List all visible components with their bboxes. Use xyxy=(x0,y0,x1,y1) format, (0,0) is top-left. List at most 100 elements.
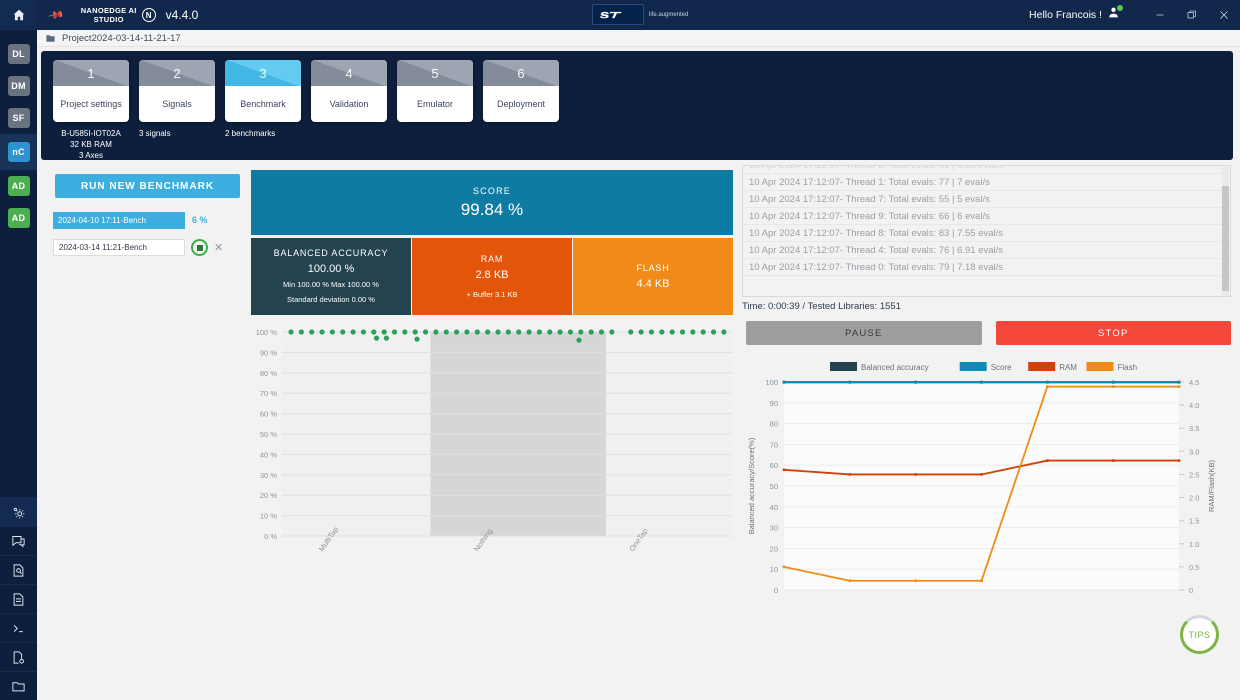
y-axis-tick-label: 30 xyxy=(770,524,778,533)
benchmark-controls: PAUSE STOP xyxy=(746,321,1231,345)
scatter-point xyxy=(710,329,717,335)
doc-search-button[interactable] xyxy=(0,555,37,584)
series-marker xyxy=(1046,459,1049,462)
metric-value: 2.8 KB xyxy=(475,269,509,281)
step-label: Benchmark xyxy=(240,98,286,109)
settings-button[interactable] xyxy=(0,497,37,526)
score-value: 99.84 % xyxy=(460,199,524,219)
metric-value: 4.4 KB xyxy=(636,278,670,290)
y2-axis-tick-label: 1.0 xyxy=(1189,540,1199,549)
log-line: 10 Apr 2024 17:12:07- Thread 4: Total ev… xyxy=(743,242,1230,259)
scatter-point xyxy=(422,329,429,335)
run-new-benchmark-button[interactable]: RUN NEW BENCHMARK xyxy=(55,174,240,198)
step-number: 1 xyxy=(53,60,129,86)
scatter-point xyxy=(576,337,582,343)
folder-open-button[interactable] xyxy=(0,671,37,700)
benchmark-evolution-line-chart: 0 10 20 30 40 50 60 70 80 90 100 0 0.5 1.0 1.5 2.0 2.5 3.… xyxy=(747,362,1216,595)
step-sub: 2 benchmarks xyxy=(225,129,276,138)
st-logo-icon xyxy=(592,4,644,25)
metric-card-flash: FLASH 4.4 KB xyxy=(573,238,733,315)
y-axis-title: Balanced accuracy/Score(%) xyxy=(747,437,756,534)
document-icon xyxy=(13,592,24,606)
tips-button[interactable]: TIPS xyxy=(1180,615,1219,654)
chat-icon xyxy=(12,535,25,548)
scatter-point xyxy=(648,329,655,335)
log-lines: 10 Apr 2024 17:12:07- Thread 3: Total ev… xyxy=(743,166,1230,276)
step-benchmark[interactable]: 3 Benchmark 2 benchmarks xyxy=(225,60,301,161)
stop-circle-icon[interactable] xyxy=(191,239,208,256)
step-validation[interactable]: 4 Validation xyxy=(311,60,387,161)
step-signals[interactable]: 2 Signals 3 signals xyxy=(139,60,215,161)
series-marker xyxy=(980,579,983,583)
scatter-point xyxy=(319,329,325,335)
y-axis-tick-label: 70 % xyxy=(260,389,277,398)
online-status-dot xyxy=(1117,5,1123,11)
stop-button[interactable]: STOP xyxy=(995,321,1231,345)
nanoedge-logo-icon: N xyxy=(141,8,156,22)
metric-card-balanced-accuracy: BALANCED ACCURACY 100.00 % Min 100.00 % … xyxy=(251,238,411,315)
step-number: 5 xyxy=(397,60,473,86)
step-deployment[interactable]: 6 Deployment xyxy=(483,60,559,161)
accuracy-scatter-chart: 0 % 10 % 20 % 30 % 40 % 50 % 60 % 70 % 80 % 90 % 1… xyxy=(256,328,732,553)
series-marker xyxy=(782,381,786,384)
metric-cards-row: BALANCED ACCURACY 100.00 % Min 100.00 % … xyxy=(251,238,733,315)
series-marker xyxy=(914,381,917,384)
document-button[interactable] xyxy=(0,584,37,613)
pin-icon[interactable]: 📌 xyxy=(47,6,66,25)
st-logo: life.augmented xyxy=(592,4,688,25)
benchmark-list-item-selected[interactable]: 2024-04-10 17:11-Bench xyxy=(53,212,185,229)
series-marker xyxy=(914,473,917,476)
window-controls-group: Hello Francois ! xyxy=(1029,0,1240,30)
y2-axis-tick-label: 2.5 xyxy=(1189,470,1199,479)
metric-value: 100.00 % xyxy=(307,263,355,275)
rail-badge-dm[interactable]: DM xyxy=(7,76,30,96)
scatter-point xyxy=(588,329,594,335)
metric-title: RAM xyxy=(480,254,504,264)
home-button[interactable] xyxy=(0,0,37,30)
rail-item-selected[interactable]: nC xyxy=(0,134,37,170)
avatar[interactable] xyxy=(1107,5,1123,24)
legend-swatch xyxy=(1028,362,1056,371)
scatter-point xyxy=(443,329,449,335)
step-sub: 3 signals xyxy=(139,129,171,138)
step-project-settings[interactable]: 1 Project settings B-U585I-IOT02A 32 KB … xyxy=(53,60,129,161)
step-label: Signals xyxy=(162,98,192,109)
step-emulator[interactable]: 5 Emulator xyxy=(397,60,473,161)
y-axis-tick-label: 10 xyxy=(770,565,778,574)
restore-button[interactable] xyxy=(1176,0,1208,30)
rail-badge-ad-1[interactable]: AD xyxy=(7,176,30,196)
close-button[interactable] xyxy=(1208,0,1240,30)
step-label: Validation xyxy=(329,98,369,109)
rail-badge-sf[interactable]: SF xyxy=(7,108,30,128)
step-label: Emulator xyxy=(416,98,453,109)
rail-badge-dl[interactable]: DL xyxy=(7,44,30,64)
benchmark-list-item[interactable]: 2024-03-14 11:21-Bench xyxy=(53,239,185,256)
series-marker xyxy=(1177,459,1181,462)
pause-button[interactable]: PAUSE xyxy=(746,321,982,345)
legend-swatch xyxy=(1086,362,1114,371)
log-console[interactable]: 10 Apr 2024 17:12:07- Thread 3: Total ev… xyxy=(742,165,1231,297)
scatter-point xyxy=(516,329,522,335)
home-icon xyxy=(13,9,24,21)
y-axis-tick-label: 90 % xyxy=(260,348,277,357)
doc-settings-button[interactable] xyxy=(0,642,37,671)
y-axis-tick-label: 50 xyxy=(770,482,778,491)
scatter-point xyxy=(690,329,696,335)
terminal-button[interactable] xyxy=(0,613,37,642)
rail-badge-nc[interactable]: nC xyxy=(7,142,30,162)
minimize-button[interactable] xyxy=(1144,0,1176,30)
y-axis-tick-label: 80 % xyxy=(260,369,277,378)
chat-button[interactable] xyxy=(0,526,37,555)
step-number: 2 xyxy=(139,60,215,86)
rail-badge-ad-2[interactable]: AD xyxy=(7,208,30,228)
y-axis-tick-label: 0 % xyxy=(264,532,277,541)
log-line: 10 Apr 2024 17:12:07- Thread 9: Total ev… xyxy=(743,208,1230,225)
series-marker xyxy=(1177,385,1181,388)
legend-label: Score xyxy=(991,363,1012,372)
console-scrollbar-thumb[interactable] xyxy=(1222,186,1229,291)
close-icon[interactable]: ✕ xyxy=(214,241,223,254)
scatter-point xyxy=(628,329,634,335)
y2-axis-tick-label: 3.5 xyxy=(1189,424,1199,433)
steps-panel: 1 Project settings B-U585I-IOT02A 32 KB … xyxy=(41,51,1233,160)
y2-axis-title: RAM/Flash(KB) xyxy=(1207,459,1216,512)
